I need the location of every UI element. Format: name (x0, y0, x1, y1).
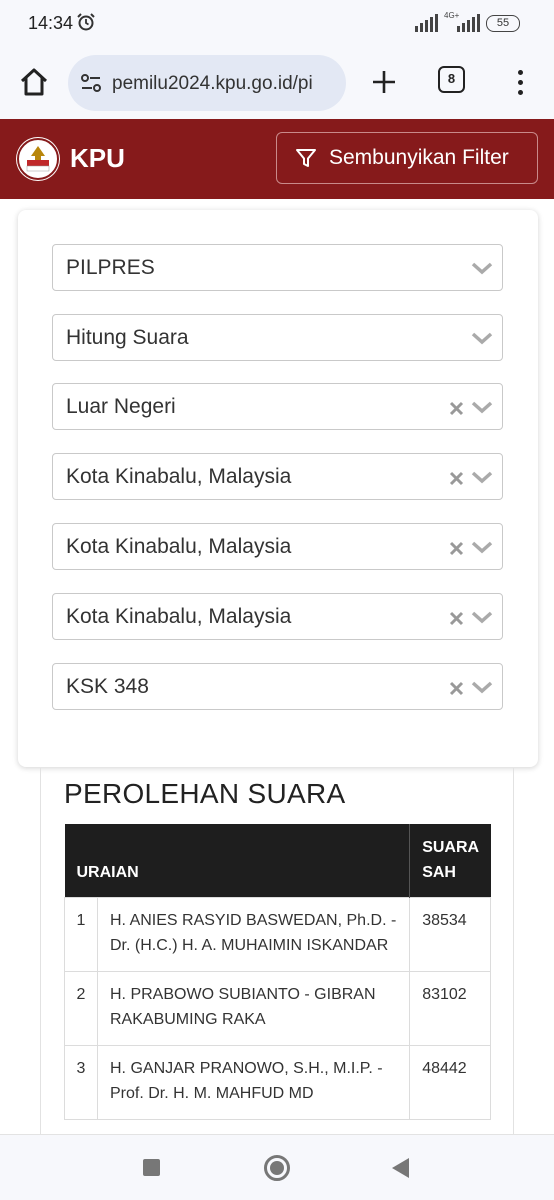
select-value: Kota Kinabalu, Malaysia (66, 535, 292, 558)
clear-icon[interactable] (449, 471, 464, 486)
select-data-type[interactable]: Hitung Suara (52, 314, 503, 361)
select-polling-station[interactable]: KSK 348 (52, 663, 503, 710)
table-row: 1 H. ANIES RASYID BASWEDAN, Ph.D. - Dr. … (64, 897, 491, 972)
status-bar: 14:34 4G+ 55 (0, 0, 554, 48)
vote-count: 83102 (409, 971, 491, 1046)
select-value: Luar Negeri (66, 395, 176, 418)
battery-icon: 55 (486, 15, 520, 32)
row-number: 3 (64, 1045, 98, 1120)
system-nav-bar (0, 1134, 554, 1200)
table-row: 2 H. PRABOWO SUBIANTO - GIBRAN RAKABUMIN… (64, 971, 491, 1046)
filter-icon (296, 149, 316, 167)
filter-panel: PILPRES Hitung Suara Luar Negeri Kota Ki… (18, 210, 538, 767)
status-time: 14:34 (28, 13, 74, 33)
select-region[interactable]: Luar Negeri (52, 383, 503, 430)
back-button[interactable] (392, 1158, 409, 1178)
select-value: Hitung Suara (66, 326, 189, 349)
site-header: KPU Sembunyikan Filter (0, 119, 554, 199)
vote-count: 48442 (409, 1045, 491, 1120)
url-text[interactable]: pemilu2024.kpu.go.id/pi (112, 73, 337, 95)
recents-button[interactable] (143, 1159, 160, 1176)
chevron-down-icon[interactable] (470, 467, 494, 487)
clear-icon[interactable] (449, 681, 464, 696)
site-title[interactable]: KPU (70, 143, 125, 174)
kpu-emblem (17, 138, 59, 180)
home-button[interactable] (14, 62, 54, 102)
chevron-down-icon[interactable] (470, 258, 494, 278)
table-row: 3 H. GANJAR PRANOWO, S.H., M.I.P. - Prof… (64, 1045, 491, 1120)
chevron-down-icon[interactable] (470, 397, 494, 417)
vote-count: 38534 (409, 897, 491, 972)
results-title: PEROLEHAN SUARA (64, 778, 346, 809)
candidate-name: H. PRABOWO SUBIANTO - GIBRAN RAKABUMING … (96, 971, 411, 1046)
clear-icon[interactable] (449, 541, 464, 556)
clear-icon[interactable] (449, 611, 464, 626)
chevron-down-icon[interactable] (470, 607, 494, 627)
select-country[interactable]: Kota Kinabalu, Malaysia (52, 453, 503, 500)
column-header-suara-sah: SUARA SAH (409, 824, 491, 898)
plus-icon (373, 71, 395, 93)
results-table: URAIAN SUARA SAH 1 H. ANIES RASYID BASWE… (64, 824, 491, 1120)
hide-filter-label: Sembunyikan Filter (329, 146, 509, 169)
chevron-down-icon[interactable] (470, 328, 494, 348)
table-header-row: URAIAN SUARA SAH (64, 824, 491, 898)
column-header-uraian: URAIAN (64, 824, 410, 898)
select-city[interactable]: Kota Kinabalu, Malaysia (52, 523, 503, 570)
home-icon (20, 68, 48, 96)
browser-toolbar: pemilu2024.kpu.go.id/pi 8 (0, 48, 554, 119)
select-election-type[interactable]: PILPRES (52, 244, 503, 291)
row-number: 1 (64, 897, 98, 972)
select-value: Kota Kinabalu, Malaysia (66, 465, 292, 488)
clear-icon[interactable] (449, 401, 464, 416)
address-bar[interactable]: pemilu2024.kpu.go.id/pi (68, 55, 346, 111)
site-settings-icon[interactable] (80, 72, 102, 94)
signal-icon-2 (457, 14, 480, 32)
home-nav-button[interactable] (264, 1155, 290, 1181)
chevron-down-icon[interactable] (470, 537, 494, 557)
hide-filter-button[interactable]: Sembunyikan Filter (276, 132, 538, 184)
more-vert-icon[interactable] (505, 62, 535, 102)
signal-icon (415, 14, 438, 32)
select-district[interactable]: Kota Kinabalu, Malaysia (52, 593, 503, 640)
select-value: KSK 348 (66, 675, 149, 698)
chevron-down-icon[interactable] (470, 677, 494, 697)
alarm-icon (77, 13, 95, 31)
row-number: 2 (64, 971, 98, 1046)
kpu-logo[interactable] (16, 137, 60, 181)
candidate-name: H. GANJAR PRANOWO, S.H., M.I.P. - Prof. … (96, 1045, 411, 1120)
select-value: Kota Kinabalu, Malaysia (66, 605, 292, 628)
tab-switcher-button[interactable]: 8 (438, 66, 465, 93)
candidate-name: H. ANIES RASYID BASWEDAN, Ph.D. - Dr. (H… (96, 897, 411, 972)
new-tab-button[interactable] (364, 62, 404, 102)
select-value: PILPRES (66, 256, 155, 279)
